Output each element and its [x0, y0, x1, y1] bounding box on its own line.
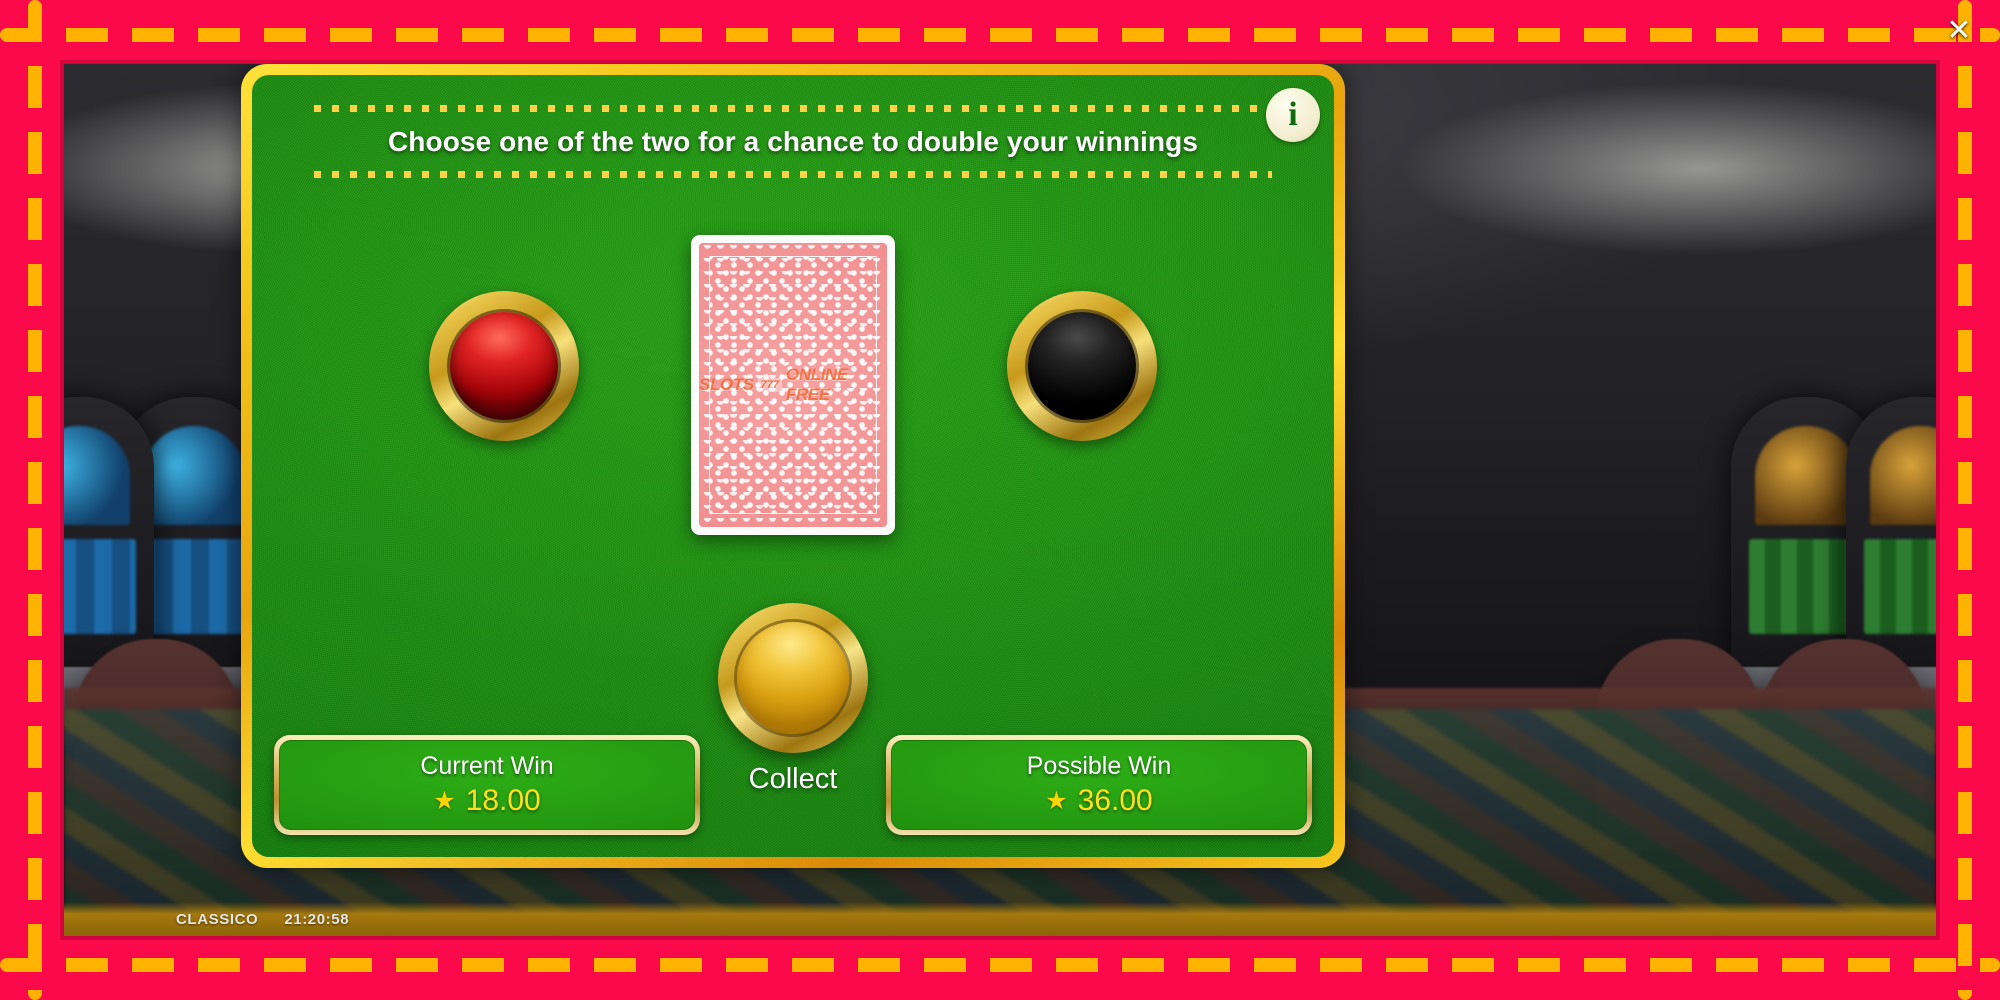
- game-viewport: CLASSICO 21:20:58 i Choose one of the tw…: [60, 60, 1940, 940]
- frame-dash-bottom: [0, 958, 2000, 972]
- collect-disc-icon: [737, 622, 849, 734]
- face-down-card: SLOTS 777 ONLINE FREE: [691, 235, 895, 535]
- game-status-bar: CLASSICO 21:20:58: [64, 902, 1936, 936]
- slot-main-screen: [1864, 538, 1936, 635]
- card-watermark: SLOTS 777 ONLINE FREE: [699, 365, 887, 405]
- black-choice-button[interactable]: [1007, 291, 1157, 441]
- gamble-dialog-felt: i Choose one of the two for a chance to …: [252, 75, 1334, 857]
- gamble-dialog: i Choose one of the two for a chance to …: [241, 64, 1345, 868]
- slot-top-screen: [1870, 426, 1936, 526]
- slot-main-screen: [137, 538, 251, 635]
- red-choice-button[interactable]: [429, 291, 579, 441]
- slot-top-screen: [143, 426, 245, 526]
- watermark-right: ONLINE FREE: [786, 365, 848, 404]
- black-disc-icon: [1028, 312, 1136, 420]
- slot-top-screen: [1755, 426, 1857, 526]
- dotted-divider-bottom: [314, 171, 1272, 178]
- card-back-design: SLOTS 777 ONLINE FREE: [699, 243, 887, 527]
- possible-win-panel: Possible Win ★ 36.00: [886, 735, 1312, 835]
- current-win-amount: 18.00: [465, 784, 541, 817]
- current-win-title: Current Win: [420, 752, 554, 780]
- frame-dash-left: [28, 0, 42, 1000]
- star-icon: ★: [433, 786, 456, 815]
- frame-dash-top: [0, 28, 2000, 42]
- collect-button[interactable]: [718, 603, 868, 753]
- status-clock: 21:20:58: [284, 910, 350, 928]
- current-win-panel: Current Win ★ 18.00: [274, 735, 700, 835]
- current-win-inner: Current Win ★ 18.00: [279, 740, 695, 830]
- info-icon[interactable]: i: [1266, 88, 1320, 142]
- possible-win-title: Possible Win: [1026, 752, 1172, 780]
- possible-win-value-row: ★ 36.00: [1045, 784, 1153, 818]
- possible-win-amount: 36.00: [1077, 784, 1153, 817]
- current-win-value-row: ★ 18.00: [433, 784, 541, 818]
- watermark-left: SLOTS: [699, 375, 754, 394]
- slot-main-screen: [64, 538, 136, 635]
- dotted-divider-top: [314, 105, 1272, 112]
- collect-label: Collect: [748, 763, 838, 795]
- collect-control: Collect: [718, 603, 868, 796]
- star-icon: ★: [1045, 786, 1068, 815]
- decorative-outer-frame: ✕ CLASSICO 21:20:58 i Choose one of the …: [0, 0, 2000, 1000]
- slot-top-screen: [64, 426, 130, 526]
- frame-dash-right: [1958, 0, 1972, 1000]
- status-game-name: CLASSICO: [176, 910, 259, 928]
- possible-win-inner: Possible Win ★ 36.00: [891, 740, 1307, 830]
- watermark-chip: 777: [757, 378, 783, 392]
- close-icon[interactable]: ✕: [1936, 8, 1982, 54]
- red-disc-icon: [450, 312, 558, 420]
- gamble-title: Choose one of the two for a chance to do…: [387, 126, 1199, 157]
- gamble-header: Choose one of the two for a chance to do…: [252, 105, 1334, 178]
